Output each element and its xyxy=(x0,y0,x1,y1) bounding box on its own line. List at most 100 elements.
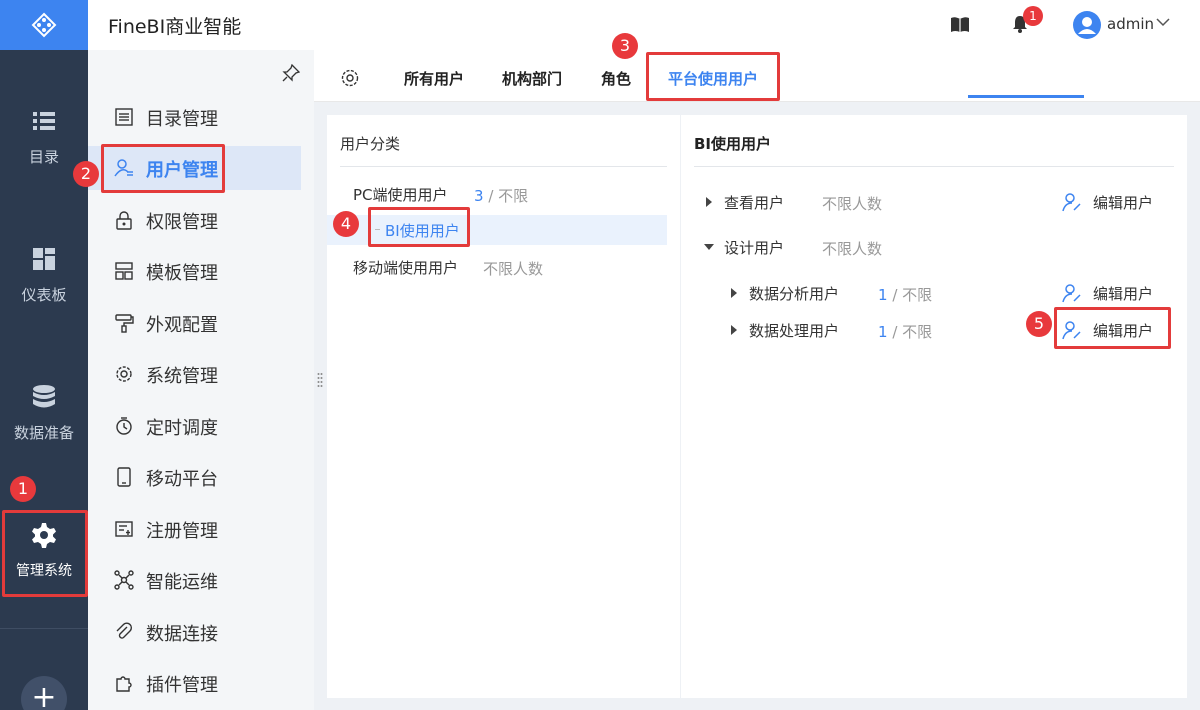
row-count: 1 / 不限 xyxy=(878,321,932,342)
menu-label: 注册管理 xyxy=(146,521,218,542)
menu-label: 移动平台 xyxy=(146,469,218,490)
row-analysis-users: 数据分析用户 1 / 不限 编辑用户 xyxy=(681,278,1187,308)
menu-label: 权限管理 xyxy=(146,212,218,233)
add-button[interactable]: + xyxy=(21,676,67,710)
category-pc-users[interactable]: PC端使用用户 3 / 不限 xyxy=(327,179,667,209)
edit-user-button[interactable]: 编辑用户 xyxy=(1061,189,1153,215)
link-icon xyxy=(116,622,133,639)
row-limit: 不限人数 xyxy=(822,240,883,258)
catalog-icon xyxy=(115,108,133,126)
user-name[interactable]: admin xyxy=(1107,15,1154,33)
menu-item-mobile[interactable]: 移动平台 xyxy=(88,455,314,499)
nav-divider xyxy=(0,628,88,629)
menu-item-appearance[interactable]: 外观配置 xyxy=(88,301,314,345)
menu-item-connection[interactable]: 数据连接 xyxy=(88,610,314,654)
highlight-box xyxy=(1054,307,1171,349)
divider xyxy=(340,166,667,167)
edit-user-label: 编辑用户 xyxy=(1093,193,1154,212)
step-badge: 4 xyxy=(333,211,359,237)
row-label: 查看用户 xyxy=(724,194,785,212)
plugin-icon xyxy=(116,676,132,692)
template-icon xyxy=(115,262,133,280)
expand-arrow-icon[interactable] xyxy=(706,197,712,207)
menu-item-schedule[interactable]: 定时调度 xyxy=(88,404,314,448)
menu-label: 智能运维 xyxy=(146,572,218,593)
notification-badge: 1 xyxy=(1023,6,1043,26)
nav-item-dashboard[interactable]: 仪表板 xyxy=(0,246,88,305)
row-label: 数据分析用户 xyxy=(749,285,840,303)
menu-item-ops[interactable]: 智能运维 xyxy=(88,558,314,602)
left-nav: 目录 仪表板 数据准备 管理系统 + xyxy=(0,0,88,710)
menu-item-system[interactable]: 系统管理 xyxy=(88,352,314,396)
row-limit: / 不限 xyxy=(887,286,933,304)
edit-user-icon xyxy=(1062,193,1081,212)
active-tab-indicator xyxy=(968,95,1084,98)
list-icon xyxy=(33,112,55,130)
avatar[interactable] xyxy=(1073,11,1101,39)
row-limit: / 不限 xyxy=(887,323,933,341)
chevron-down-icon[interactable] xyxy=(1156,17,1170,27)
menu-item-permission[interactable]: 权限管理 xyxy=(88,198,314,242)
menu-label: 插件管理 xyxy=(146,675,218,696)
category-limit: / 不限 xyxy=(483,187,529,205)
menu-label: 数据连接 xyxy=(146,624,218,645)
nav-item-data-prep[interactable]: 数据准备 xyxy=(0,384,88,443)
nav-item-catalog[interactable]: 目录 xyxy=(0,108,88,167)
step-badge: 2 xyxy=(73,161,99,187)
book-icon[interactable] xyxy=(950,16,970,34)
tab-departments[interactable]: 机构部门 xyxy=(502,68,562,89)
panel-title: BI使用用户 xyxy=(694,135,772,153)
lock-icon xyxy=(116,211,132,230)
top-header: FineBI商业智能 1 admin xyxy=(88,0,1200,50)
row-count: 1 / 不限 xyxy=(878,284,932,305)
highlight-box xyxy=(101,144,225,193)
tab-roles[interactable]: 角色 xyxy=(601,68,631,89)
menu-label: 系统管理 xyxy=(146,366,218,387)
mobile-icon xyxy=(117,467,131,487)
menu-label: 目录管理 xyxy=(146,109,218,130)
nav-label: 仪表板 xyxy=(21,286,67,304)
category-limit: 不限人数 xyxy=(483,260,544,278)
settings-icon[interactable] xyxy=(340,68,360,88)
highlight-box xyxy=(646,52,780,101)
database-icon xyxy=(33,385,55,408)
gear-icon xyxy=(116,366,132,382)
row-label: 设计用户 xyxy=(724,239,785,257)
expand-arrow-icon[interactable] xyxy=(731,325,737,335)
menu-item-register[interactable]: 注册管理 xyxy=(88,507,314,551)
step-badge: 5 xyxy=(1026,311,1052,337)
menu-item-template[interactable]: 模板管理 xyxy=(88,249,314,293)
tab-all-users[interactable]: 所有用户 xyxy=(404,68,464,89)
dashboard-icon xyxy=(33,248,55,270)
bi-users-panel: BI使用用户 查看用户 不限人数 编辑用户 设计用户 不限人数 数据分析用户 1… xyxy=(681,115,1187,698)
edit-user-label: 编辑用户 xyxy=(1093,284,1154,303)
menu-item-catalog[interactable]: 目录管理 xyxy=(88,95,314,139)
category-count: 3 / 不限 xyxy=(474,185,528,206)
logo[interactable] xyxy=(0,0,88,50)
expand-arrow-icon[interactable] xyxy=(731,288,737,298)
edit-user-icon xyxy=(1062,284,1081,303)
edit-user-button[interactable]: 编辑用户 xyxy=(1061,280,1153,306)
menu-item-plugin[interactable]: 插件管理 xyxy=(88,661,314,705)
row-designer-users: 设计用户 不限人数 xyxy=(681,232,1187,262)
row-count-value: 1 xyxy=(878,286,888,304)
step-badge: 1 xyxy=(10,476,36,502)
nav-label: 目录 xyxy=(28,148,59,166)
category-label: 移动端使用用户 xyxy=(353,259,459,277)
row-label: 数据处理用户 xyxy=(749,322,840,340)
timer-icon xyxy=(116,417,132,435)
category-label: PC端使用用户 xyxy=(353,186,448,204)
user-category-panel: 用户分类 PC端使用用户 3 / 不限 BI使用用户 移动端使用用户 不限人数 xyxy=(327,115,680,698)
pin-icon[interactable] xyxy=(282,64,300,82)
register-icon xyxy=(115,521,133,537)
resize-handle[interactable] xyxy=(317,372,323,390)
user-avatar-icon xyxy=(1078,17,1096,34)
menu-label: 模板管理 xyxy=(146,263,218,284)
category-mobile-users[interactable]: 移动端使用用户 不限人数 xyxy=(327,252,667,282)
menu-label: 外观配置 xyxy=(146,315,218,336)
step-badge: 3 xyxy=(612,33,638,59)
menu-label: 定时调度 xyxy=(146,418,218,439)
category-count-value: 3 xyxy=(474,187,484,205)
row-limit: 不限人数 xyxy=(822,195,883,213)
collapse-arrow-icon[interactable] xyxy=(704,244,714,250)
